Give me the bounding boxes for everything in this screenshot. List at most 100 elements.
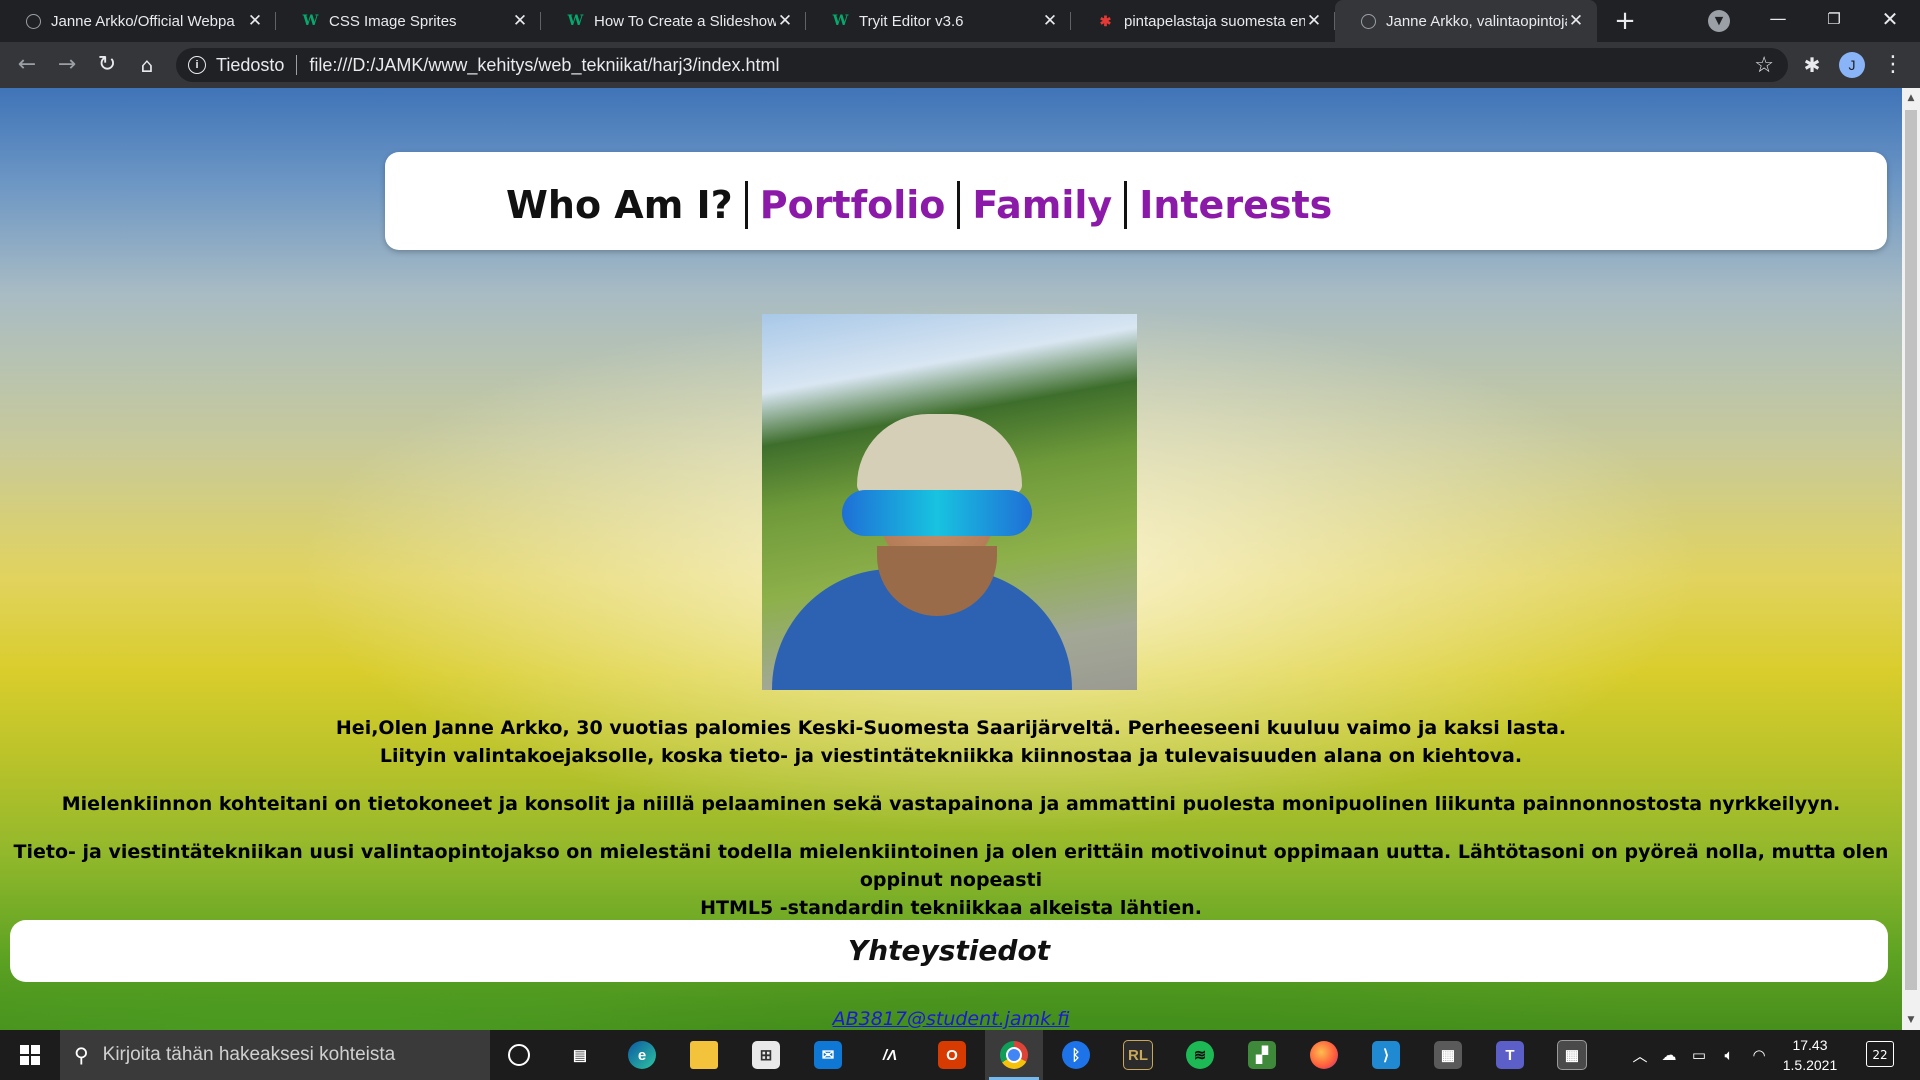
nav-divider bbox=[957, 181, 961, 229]
page-viewport: Who Am I? Portfolio Family Interests Hei… bbox=[0, 88, 1902, 1030]
nav-link-portfolio[interactable]: Portfolio bbox=[760, 183, 946, 227]
clock-date: 1.5.2021 bbox=[1782, 1057, 1838, 1073]
browser-tab[interactable]: ✱ pintapelastaja suomesta en ✕ bbox=[1071, 0, 1335, 42]
taskbar-search[interactable]: ⚲ Kirjoita tähän hakeaksesi kohteista bbox=[60, 1030, 490, 1080]
nav-divider bbox=[744, 181, 748, 229]
browser-tab[interactable]: Janne Arkko/Official Webpa ✕ bbox=[0, 0, 276, 42]
office-icon[interactable]: O bbox=[923, 1030, 981, 1080]
network-app-icon[interactable]: ▦ bbox=[1419, 1030, 1477, 1080]
tab-title: How To Create a Slideshow bbox=[594, 12, 776, 30]
system-clock[interactable]: 17.43 1.5.2021 bbox=[1780, 1035, 1840, 1075]
scroll-thumb[interactable] bbox=[1905, 110, 1917, 990]
close-tab-icon[interactable]: ✕ bbox=[776, 11, 794, 31]
rl-app-icon[interactable]: RL bbox=[1109, 1030, 1167, 1080]
globe-icon bbox=[1361, 13, 1376, 29]
contact-header: Yhteystiedot bbox=[10, 920, 1888, 982]
file-explorer-icon[interactable] bbox=[675, 1030, 733, 1080]
scroll-down-icon[interactable]: ▼ bbox=[1902, 1012, 1920, 1028]
clock-time: 17.43 bbox=[1792, 1037, 1828, 1053]
menu-kebab-icon[interactable]: ⋮ bbox=[1878, 50, 1908, 80]
windows-start-icon[interactable] bbox=[0, 1030, 60, 1080]
profile-avatar[interactable]: J bbox=[1839, 52, 1865, 78]
close-tab-icon[interactable]: ✕ bbox=[511, 11, 529, 31]
bio-line: Liityin valintakoejaksolle, koska tieto-… bbox=[379, 745, 1523, 767]
restore-icon[interactable]: ❐ bbox=[1806, 0, 1862, 42]
bio-line: Tieto- ja viestintätekniikan uusi valint… bbox=[13, 841, 1889, 891]
notification-center-icon[interactable]: 22 bbox=[1866, 1041, 1894, 1067]
bio-line: Hei,Olen Janne Arkko, 30 vuotias palomie… bbox=[335, 717, 1567, 739]
firefox-icon[interactable] bbox=[1295, 1030, 1353, 1080]
bookmark-star-icon[interactable]: ☆ bbox=[1754, 52, 1774, 78]
mail-icon[interactable]: ✉ bbox=[799, 1030, 857, 1080]
minimize-icon[interactable]: — bbox=[1750, 0, 1806, 42]
back-icon[interactable]: ← bbox=[12, 50, 42, 80]
navigation-bar: Who Am I? Portfolio Family Interests bbox=[385, 152, 1887, 250]
new-tab-button[interactable]: + bbox=[1610, 6, 1640, 36]
tab-strip: Janne Arkko/Official Webpa ✕ W CSS Image… bbox=[0, 0, 1920, 42]
browser-tab[interactable]: W Tryit Editor v3.6 ✕ bbox=[806, 0, 1071, 42]
taskbar: ⚲ Kirjoita tähän hakeaksesi kohteista ▤ … bbox=[0, 1030, 1920, 1080]
email-link[interactable]: AB3817@student.jamk.fi bbox=[0, 1008, 1902, 1030]
tab-title: pintapelastaja suomesta en bbox=[1124, 12, 1305, 30]
tab-title: Janne Arkko, valintaopintoja bbox=[1386, 12, 1567, 30]
store-icon[interactable]: ⊞ bbox=[737, 1030, 795, 1080]
photo-cap bbox=[857, 414, 1022, 494]
address-bar[interactable]: i Tiedosto file:///D:/JAMK/www_kehitys/w… bbox=[176, 48, 1788, 82]
nav-link-who-am-i[interactable]: Who Am I? bbox=[506, 183, 733, 227]
contact-title: Yhteystiedot bbox=[847, 934, 1051, 967]
url-text[interactable]: file:///D:/JAMK/www_kehitys/web_tekniika… bbox=[309, 55, 779, 76]
wifi-icon[interactable]: ◠ bbox=[1744, 1030, 1774, 1080]
close-window-icon[interactable]: ✕ bbox=[1862, 0, 1918, 42]
bio-paragraph-2: Mielenkiinnon kohteitani on tietokoneet … bbox=[61, 793, 1841, 815]
pen-app-icon[interactable]: /Λ bbox=[861, 1030, 919, 1080]
photo-sunglasses bbox=[842, 490, 1032, 536]
battery-icon[interactable]: ▭ bbox=[1684, 1030, 1714, 1080]
cortana-icon[interactable] bbox=[490, 1030, 548, 1080]
globe-icon bbox=[26, 13, 41, 29]
info-icon[interactable]: i bbox=[188, 56, 206, 74]
calculator-icon[interactable]: ▦ bbox=[1543, 1030, 1601, 1080]
bio-line: HTML5 -standardin tekniikkaa alkeista lä… bbox=[700, 897, 1202, 919]
w3schools-icon: W bbox=[302, 13, 319, 29]
nav-link-interests[interactable]: Interests bbox=[1139, 183, 1332, 227]
task-view-icon[interactable]: ▤ bbox=[551, 1030, 609, 1080]
browser-tab[interactable]: W CSS Image Sprites ✕ bbox=[276, 0, 541, 42]
chevron-up-icon[interactable]: ︿ bbox=[1626, 1030, 1654, 1080]
w3schools-icon: W bbox=[832, 13, 849, 29]
bio-paragraph-3: Tieto- ja viestintätekniikan uusi valint… bbox=[0, 838, 1902, 922]
tab-title: CSS Image Sprites bbox=[329, 12, 457, 30]
browser-tab-active[interactable]: Janne Arkko, valintaopintoja ✕ bbox=[1335, 0, 1597, 42]
scroll-up-icon[interactable]: ▲ bbox=[1902, 90, 1920, 106]
volume-icon[interactable]: 🔈︎ bbox=[1714, 1030, 1744, 1080]
reload-icon[interactable]: ↻ bbox=[92, 50, 122, 80]
chrome-icon[interactable] bbox=[985, 1030, 1043, 1080]
onedrive-icon[interactable]: ☁ bbox=[1654, 1030, 1684, 1080]
vscode-icon[interactable]: ⟩ bbox=[1357, 1030, 1415, 1080]
bio-paragraph-1: Hei,Olen Janne Arkko, 30 vuotias palomie… bbox=[0, 714, 1902, 770]
spotify-icon[interactable]: ≋ bbox=[1171, 1030, 1229, 1080]
profile-photo bbox=[762, 314, 1137, 690]
w3schools-icon: W bbox=[567, 13, 584, 29]
extensions-icon[interactable]: ✱ bbox=[1797, 50, 1827, 80]
home-icon[interactable]: ⌂ bbox=[132, 50, 162, 80]
tab-title: Tryit Editor v3.6 bbox=[859, 12, 964, 30]
bluetooth-app-icon[interactable]: ᛒ bbox=[1047, 1030, 1105, 1080]
nav-menu: Who Am I? Portfolio Family Interests bbox=[506, 181, 1332, 229]
divider bbox=[296, 55, 298, 75]
teams-icon[interactable]: T bbox=[1481, 1030, 1539, 1080]
page-scrollbar[interactable]: ▲ ▼ bbox=[1902, 88, 1920, 1030]
translator-icon: ✱ bbox=[1099, 12, 1112, 29]
search-icon: ⚲ bbox=[74, 1044, 89, 1067]
close-tab-icon[interactable]: ✕ bbox=[1567, 11, 1585, 31]
tab-search-icon[interactable]: ▼ bbox=[1708, 10, 1730, 32]
browser-tab[interactable]: W How To Create a Slideshow ✕ bbox=[541, 0, 806, 42]
nav-link-family[interactable]: Family bbox=[972, 183, 1112, 227]
close-tab-icon[interactable]: ✕ bbox=[1305, 11, 1323, 31]
search-placeholder: Kirjoita tähän hakeaksesi kohteista bbox=[102, 1044, 396, 1065]
forward-icon[interactable]: → bbox=[52, 50, 82, 80]
close-tab-icon[interactable]: ✕ bbox=[1041, 11, 1059, 31]
close-tab-icon[interactable]: ✕ bbox=[246, 11, 264, 31]
edge-icon[interactable]: e bbox=[613, 1030, 671, 1080]
nav-divider bbox=[1124, 181, 1128, 229]
image-editor-icon[interactable]: ▞ bbox=[1233, 1030, 1291, 1080]
